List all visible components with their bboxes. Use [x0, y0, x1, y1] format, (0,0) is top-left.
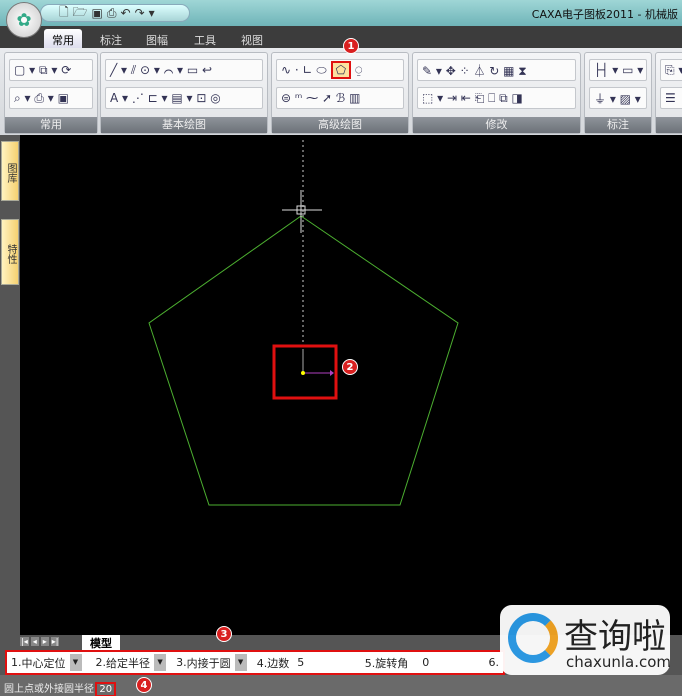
hole-tool-icon[interactable]: ⍜ — [355, 63, 362, 78]
watermark-text: 查询啦 — [564, 617, 666, 657]
watermark-q-icon — [508, 613, 558, 663]
toolbar-row[interactable]: ⏚ ▾ ▨ ▾ — [589, 87, 647, 109]
watermark-logo: 查询啦 chaxunla.com — [500, 605, 671, 675]
step-badge-1: 1 — [343, 38, 359, 54]
ribbon: ▢ ▾ ⧉ ▾ ⟳ ⌕ ▾ ⎙ ▾ ▣ 常用 ╱ ▾ ⫽ ⊙ ▾ ⌒ ▾ ▭ ↩… — [0, 48, 682, 135]
side-panel-strip: 图库 特性 — [0, 135, 20, 635]
option-rotation[interactable]: 5.旋转角 0 — [361, 652, 485, 673]
app-menu-button[interactable]: ✿ — [6, 2, 42, 38]
redo-icon[interactable]: ↷ — [135, 6, 145, 20]
step-badge-4: 4 — [136, 677, 152, 693]
group-common: ▢ ▾ ⧉ ▾ ⟳ ⌕ ▾ ⎙ ▾ ▣ 常用 — [4, 52, 98, 134]
option-label: 6. — [488, 656, 500, 669]
tab-tools[interactable]: 工具 — [186, 29, 224, 48]
option-inscribed[interactable]: 3. 内接于圆 ▼ — [172, 652, 253, 673]
group-modify: ✎ ▾ ✥ ⁘ ⏃ ↻ ▦ ⧗ ⬚ ▾ ⇥ ⇤ ⎗ ⎕ ⧉ ◨ 修改 — [412, 52, 581, 134]
option-positioning[interactable]: 1. 中心定位 ▼ — [7, 652, 92, 673]
watermark-url: chaxunla.com — [566, 653, 671, 671]
toolbar-row[interactable]: A ▾ ⋰ ⊏ ▾ ▤ ▾ ⊡ ◎ — [105, 87, 263, 109]
option-sides[interactable]: 4.边数 5 — [253, 652, 361, 673]
group-label: 常用 — [5, 117, 97, 133]
group-more: ⎘ ▾ ☰ — [655, 52, 682, 134]
step-badge-3: 3 — [216, 626, 232, 642]
option-label: 4.边数 — [256, 656, 290, 670]
option-num: 2. — [95, 656, 107, 669]
tab-model[interactable]: 模型 — [82, 635, 120, 650]
toolbar-row[interactable]: ⬚ ▾ ⇥ ⇤ ⎗ ⎕ ⧉ ◨ — [417, 87, 576, 109]
rotation-input[interactable]: 0 — [422, 656, 429, 669]
toolbar-row[interactable]: ⌕ ▾ ⎙ ▾ ▣ — [9, 87, 93, 109]
center-point — [301, 371, 305, 375]
toolbar-row[interactable]: ⎘ ▾ — [660, 59, 682, 81]
tab-common[interactable]: 常用 — [44, 29, 82, 48]
dropdown-arrow-icon[interactable]: ▼ — [154, 654, 167, 671]
sides-input[interactable]: 5 — [297, 656, 304, 669]
group-label — [656, 117, 682, 133]
tab-view[interactable]: 视图 — [233, 29, 271, 48]
drawing-svg — [148, 140, 459, 506]
command-prompt: 圆上点或外接圆半径: — [4, 684, 98, 695]
polygon-tool-icon[interactable]: ⬠ — [330, 61, 352, 79]
open-icon[interactable]: 🗁 — [73, 3, 88, 24]
radius-input[interactable]: 20 — [95, 682, 117, 696]
status-bar: 圆上点或外接圆半径: 20 — [0, 675, 682, 696]
group-label: 标注 — [585, 117, 651, 133]
group-label: 高级绘图 — [272, 117, 408, 133]
quick-access-toolbar: 🗋 🗁 ▣ ⎙ ↶ ↷ ▾ — [40, 4, 190, 22]
toolbar-row[interactable]: ├┤ ▾ ▭ ▾ — [589, 59, 647, 81]
toolbar-row: ∿ · ∟ ⬭ ⬠ ⍜ — [276, 59, 404, 81]
toolbar-row[interactable]: ☰ — [660, 87, 682, 109]
group-basic-draw: ╱ ▾ ⫽ ⊙ ▾ ⌒ ▾ ▭ ↩ A ▾ ⋰ ⊏ ▾ ▤ ▾ ⊡ ◎ 基本绘图 — [100, 52, 268, 134]
dropdown-arrow-icon[interactable]: ▼ — [234, 654, 247, 671]
window-title: CAXA电子图板2011 - 机械版 — [531, 8, 678, 21]
qat-more-icon[interactable]: ▾ — [149, 6, 155, 20]
first-layout-button[interactable]: |◂ — [20, 637, 29, 646]
option-value: 给定半径 — [106, 656, 151, 670]
tab-sheet[interactable]: 图幅 — [138, 29, 176, 48]
center-highlight-box — [272, 344, 338, 400]
option-value: 内接于圆 — [186, 656, 231, 670]
toolbar-row[interactable]: ⊜ ᵐ ⁓ ➚ ℬ ▥ — [276, 87, 404, 109]
toolbar-row[interactable]: ▢ ▾ ⧉ ▾ ⟳ — [9, 59, 93, 81]
group-label: 基本绘图 — [101, 117, 267, 133]
drawing-canvas[interactable] — [20, 135, 682, 635]
undo-icon[interactable]: ↶ — [121, 6, 131, 20]
side-tab-library[interactable]: 图库 — [1, 141, 19, 201]
option-num: 1. — [11, 656, 22, 669]
prev-layout-button[interactable]: ◂ — [30, 637, 39, 646]
last-layout-button[interactable]: ▸| — [50, 637, 60, 646]
tab-dimension[interactable]: 标注 — [92, 29, 130, 48]
group-advanced-draw: ∿ · ∟ ⬭ ⬠ ⍜ ⊜ ᵐ ⁓ ➚ ℬ ▥ 高级绘图 — [271, 52, 409, 134]
save-icon[interactable]: ▣ — [92, 6, 103, 20]
group-label: 修改 — [413, 117, 580, 133]
new-icon[interactable]: 🗋 — [59, 3, 69, 24]
x-axis-arrowhead — [330, 370, 334, 376]
toolbar-row[interactable]: ✎ ▾ ✥ ⁘ ⏃ ↻ ▦ ⧗ — [417, 59, 576, 81]
side-tab-properties[interactable]: 特性 — [1, 219, 19, 285]
command-options-bar: 1. 中心定位 ▼ 2. 给定半径 ▼ 3. 内接于圆 ▼ 4.边数 5 5.旋转角 0 6. — [5, 650, 505, 675]
toolbar-row[interactable]: ╱ ▾ ⫽ ⊙ ▾ ⌒ ▾ ▭ ↩ — [105, 59, 263, 81]
option-num: 3. — [176, 656, 187, 669]
option-value: 中心定位 — [21, 656, 66, 670]
next-layout-button[interactable]: ▸ — [40, 637, 49, 646]
option-radius-mode[interactable]: 2. 给定半径 ▼ — [92, 652, 173, 673]
advanced-tools[interactable]: ∿ · ∟ ⬭ — [281, 63, 327, 78]
group-annotation: ├┤ ▾ ▭ ▾ ⏚ ▾ ▨ ▾ 标注 — [584, 52, 652, 134]
dropdown-arrow-icon[interactable]: ▼ — [69, 654, 82, 671]
ribbon-tabs: 常用 标注 图幅 工具 视图 — [0, 26, 682, 48]
print-icon[interactable]: ⎙ — [107, 6, 117, 21]
layout-nav: |◂ ◂ ▸ ▸| — [20, 637, 60, 646]
step-badge-2: 2 — [342, 359, 358, 375]
option-label: 5.旋转角 — [364, 656, 409, 670]
